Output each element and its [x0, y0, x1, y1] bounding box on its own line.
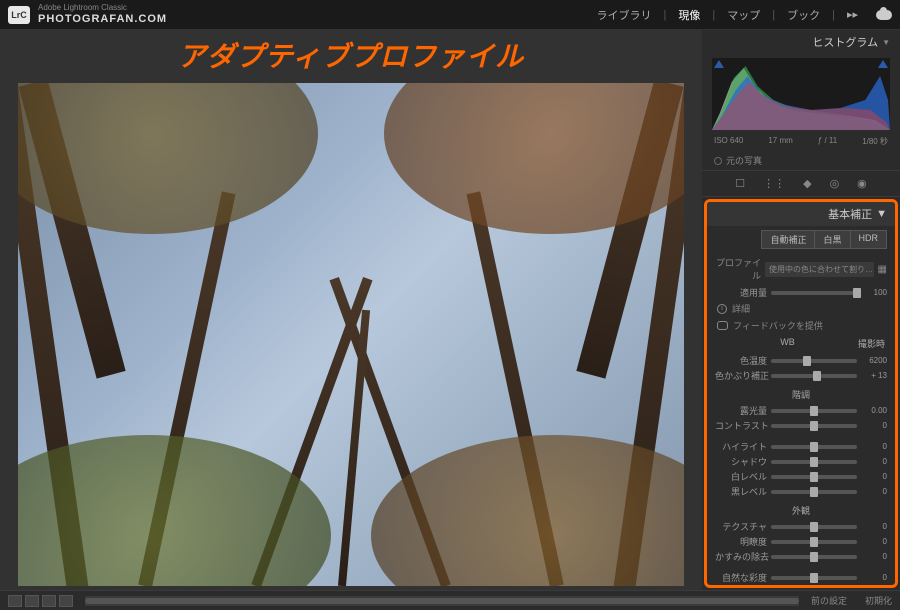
- amount-slider[interactable]: 適用量 100: [707, 285, 895, 300]
- toolstrip: ☐ ⋮⋮ ◆ ◎ ◉: [702, 170, 900, 197]
- chevron-down-icon: ▼: [882, 38, 890, 47]
- presence-section: 外観: [707, 499, 895, 519]
- vibrance-slider[interactable]: 自然な彩度0: [707, 570, 895, 585]
- basic-header[interactable]: 基本補正▼: [707, 202, 895, 226]
- filmstrip-scrollbar[interactable]: [85, 596, 799, 606]
- detail-row[interactable]: i 詳細: [707, 300, 895, 317]
- cloud-sync-icon[interactable]: [876, 10, 892, 20]
- wb-select[interactable]: 撮影時: [858, 337, 885, 350]
- topbar: LrC Adobe Lightroom Classic PHOTOGRAFAN.…: [0, 0, 900, 30]
- loupe-view-icon[interactable]: [8, 595, 22, 607]
- feedback-row[interactable]: フィードバックを提供: [707, 317, 895, 334]
- blacks-slider[interactable]: 黒レベル0: [707, 484, 895, 499]
- seg-hdr[interactable]: HDR: [851, 230, 888, 249]
- nav-book[interactable]: ブック: [779, 7, 828, 23]
- nav-map[interactable]: マップ: [719, 7, 768, 23]
- logo-icon: LrC: [8, 6, 30, 24]
- texture-slider[interactable]: テクスチャ0: [707, 519, 895, 534]
- exif-row: ISO 640 17 mm ƒ / 11 1/80 秒: [702, 134, 900, 151]
- treatment-segments: 自動補正 白黒 HDR: [707, 226, 895, 253]
- redeye-tool-icon[interactable]: ◎: [830, 177, 840, 190]
- radio-off-icon: [714, 157, 722, 165]
- info-icon: i: [717, 304, 727, 314]
- seg-auto[interactable]: 自動補正: [761, 230, 815, 249]
- preview-image[interactable]: [18, 83, 684, 586]
- module-nav: ライブラリ| 現像| マップ| ブック| ▸▸: [589, 7, 892, 23]
- histogram-chart[interactable]: [712, 58, 890, 130]
- survey-view-icon[interactable]: [59, 595, 73, 607]
- right-sidebar: ヒストグラム▼ ISO 640 17 mm ƒ / 11 1/80 秒 元の写真…: [702, 30, 900, 590]
- tone-section: 階調: [707, 383, 895, 403]
- profile-select[interactable]: 使用中の色に合わせて割り…: [765, 262, 874, 277]
- profile-row: プロファイル 使用中の色に合わせて割り… ▦: [707, 253, 895, 285]
- whites-slider[interactable]: 白レベル0: [707, 469, 895, 484]
- wb-row: WB 撮影時: [707, 334, 895, 353]
- overlay-title: アダプティブプロファイル: [18, 30, 684, 83]
- highlights-slider[interactable]: ハイライト0: [707, 439, 895, 454]
- before-after-icon[interactable]: [42, 595, 56, 607]
- nav-library[interactable]: ライブラリ: [589, 7, 660, 23]
- exposure-slider[interactable]: 露光量0.00: [707, 403, 895, 418]
- app-title: Adobe Lightroom Classic PHOTOGRAFAN.COM: [38, 4, 167, 25]
- basic-panel-highlight: 基本補正▼ 自動補正 白黒 HDR プロファイル 使用中の色に合わせて割り… ▦…: [704, 199, 898, 588]
- compare-view-icon[interactable]: [25, 595, 39, 607]
- previous-settings-button[interactable]: 前の設定: [811, 594, 847, 607]
- feedback-icon: [717, 321, 728, 330]
- original-toggle[interactable]: 元の写真: [702, 151, 900, 170]
- mask-tool-icon[interactable]: ◆: [803, 177, 811, 190]
- histogram-header[interactable]: ヒストグラム▼: [702, 30, 900, 54]
- profile-browser-icon[interactable]: ▦: [878, 264, 887, 275]
- bottom-toolbar: 前の設定 初期化: [0, 590, 900, 610]
- local-tool-icon[interactable]: ◉: [857, 177, 867, 190]
- shadows-slider[interactable]: シャドウ0: [707, 454, 895, 469]
- chevron-down-icon: ▼: [876, 208, 887, 220]
- clarity-slider[interactable]: 明瞭度0: [707, 534, 895, 549]
- temp-slider[interactable]: 色温度 6200: [707, 353, 895, 368]
- tint-slider[interactable]: 色かぶり補正 + 13: [707, 368, 895, 383]
- contrast-slider[interactable]: コントラスト0: [707, 418, 895, 433]
- reset-button[interactable]: 初期化: [865, 594, 892, 607]
- image-viewer: アダプティブプロファイル: [0, 30, 702, 590]
- view-mode-icons: [8, 595, 73, 607]
- crop-tool-icon[interactable]: ☐: [735, 177, 745, 190]
- nav-develop[interactable]: 現像: [670, 7, 708, 23]
- dehaze-slider[interactable]: かすみの除去0: [707, 549, 895, 564]
- seg-bw[interactable]: 白黒: [815, 230, 850, 249]
- heal-tool-icon[interactable]: ⋮⋮: [763, 177, 785, 190]
- nav-more-icon[interactable]: ▸▸: [839, 8, 866, 21]
